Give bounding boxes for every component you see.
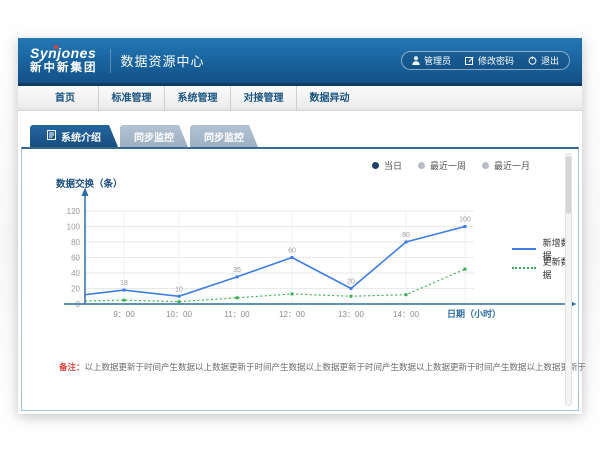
nav-item-home[interactable]: 首页	[32, 86, 98, 111]
footer-note-text: 以上数据更新于时间产生数据以上数据更新于时间产生数据以上数据更新于时间产生数据以…	[85, 362, 587, 372]
svg-text:80: 80	[71, 238, 80, 247]
legend-line-dotted-icon	[512, 267, 536, 269]
footer-note: 备注：以上数据更新于时间产生数据以上数据更新于时间产生数据以上数据更新于时间产生…	[59, 361, 586, 373]
user-icon	[412, 56, 420, 65]
logout-button[interactable]: 退出	[528, 54, 559, 67]
tab-sync-monitor-1-label: 同步监控	[134, 129, 174, 144]
svg-text:13：00: 13：00	[338, 310, 364, 319]
svg-text:日期（小时）: 日期（小时）	[447, 308, 501, 319]
time-range-filter: 当日 最近一周 最近一月	[372, 159, 530, 172]
tab-sync-monitor-2[interactable]: 同步监控	[190, 125, 258, 147]
app-title: 数据资源中心	[121, 51, 205, 70]
change-password-label: 修改密码	[478, 54, 514, 67]
footer-note-prefix: 备注：	[59, 362, 85, 372]
svg-text:35: 35	[233, 267, 241, 274]
app-header: Synjones 新中新集团 数据资源中心 管理员 修改密码	[18, 38, 582, 86]
svg-text:20: 20	[71, 285, 80, 294]
svg-text:18: 18	[120, 280, 128, 287]
svg-text:10：00: 10：00	[166, 310, 192, 319]
change-password-button[interactable]: 修改密码	[465, 54, 514, 67]
brand-logo: Synjones 新中新集团	[30, 46, 110, 75]
legend-update-data-label: 更新数据	[543, 255, 578, 281]
user-menu: 管理员 修改密码 退出	[401, 51, 570, 70]
radio-last-month[interactable]: 最近一月	[482, 159, 530, 172]
tab-system-intro-label: 系统介绍	[61, 129, 101, 144]
main-nav: 首页 标准管理 系统管理 对接管理 数据异动	[18, 86, 582, 111]
radio-today-dot-icon	[372, 162, 379, 169]
content-panel: 当日 最近一周 最近一月 数据交换（条） 0204060801001209：00…	[21, 147, 579, 411]
power-icon	[528, 56, 537, 65]
svg-text:120: 120	[67, 207, 81, 216]
scrollbar-thumb[interactable]	[566, 156, 571, 214]
tab-sync-monitor-2-label: 同步监控	[204, 129, 244, 144]
nav-item-data-change[interactable]: 数据异动	[296, 86, 362, 111]
svg-text:14：00: 14：00	[393, 310, 419, 319]
document-icon	[47, 130, 56, 143]
radio-last-week[interactable]: 最近一周	[418, 159, 466, 172]
svg-text:9：00: 9：00	[113, 310, 135, 319]
edit-icon	[465, 56, 474, 65]
legend-line-solid-icon	[512, 248, 536, 250]
svg-text:12：00: 12：00	[279, 310, 305, 319]
radio-today-label: 当日	[384, 159, 402, 172]
svg-text:60: 60	[71, 254, 80, 263]
title-divider	[110, 49, 111, 73]
vertical-scrollbar[interactable]	[565, 153, 572, 406]
brand-logo-text: Synjones	[30, 46, 98, 60]
svg-text:10: 10	[175, 286, 183, 293]
svg-text:60: 60	[288, 248, 296, 255]
logout-label: 退出	[541, 54, 559, 67]
svg-text:80: 80	[402, 232, 410, 239]
admin-user-label: 管理员	[424, 54, 451, 67]
tab-bar: 系统介绍 同步监控 同步监控	[30, 125, 258, 147]
radio-last-month-label: 最近一月	[494, 159, 530, 172]
radio-last-week-label: 最近一周	[430, 159, 466, 172]
brand-logo-subtext: 新中新集团	[30, 63, 98, 75]
svg-text:40: 40	[71, 269, 80, 278]
admin-user-button[interactable]: 管理员	[412, 54, 451, 67]
svg-text:20: 20	[347, 279, 355, 286]
radio-last-month-dot-icon	[482, 162, 489, 169]
nav-item-interface-mgmt[interactable]: 对接管理	[230, 86, 296, 111]
svg-text:100: 100	[459, 217, 471, 224]
tab-system-intro[interactable]: 系统介绍	[30, 125, 118, 147]
radio-last-week-dot-icon	[418, 162, 425, 169]
svg-text:11：00: 11：00	[224, 310, 250, 319]
tab-sync-monitor-1[interactable]: 同步监控	[120, 125, 188, 147]
app-window: Synjones 新中新集团 数据资源中心 管理员 修改密码	[18, 38, 582, 414]
radio-today[interactable]: 当日	[372, 159, 402, 172]
nav-item-system-mgmt[interactable]: 系统管理	[164, 86, 230, 111]
line-chart: 0204060801001209：0010：0011：0012：0013：001…	[39, 185, 579, 325]
svg-text:100: 100	[67, 223, 81, 232]
nav-item-standard-mgmt[interactable]: 标准管理	[98, 86, 164, 111]
